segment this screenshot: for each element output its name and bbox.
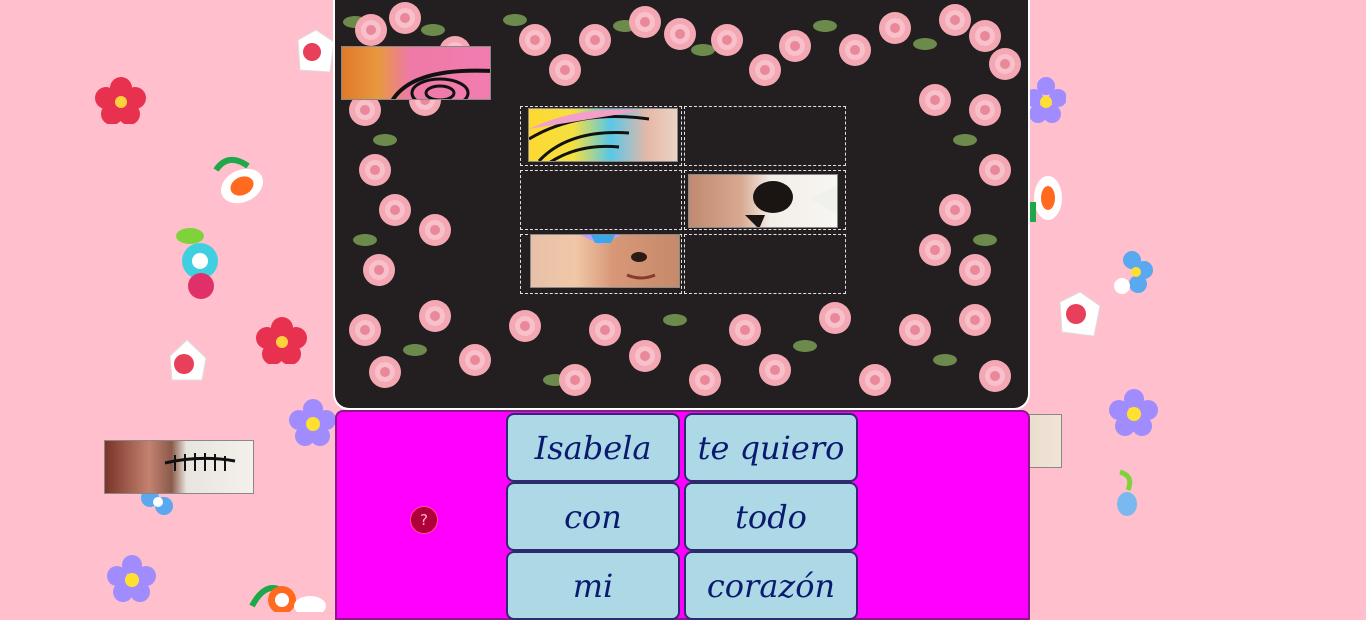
help-button[interactable]: ? [410,506,438,534]
puzzle-piece-placed[interactable] [528,108,678,162]
grid-slot[interactable] [520,170,682,230]
flower-sticker-icon [1117,469,1137,516]
flower-sticker-icon [249,585,326,612]
word-button-con[interactable]: con [506,482,680,551]
flower-sticker-icon [1026,77,1066,123]
puzzle-piece-loose-left[interactable] [104,440,254,494]
puzzle-piece-placed[interactable] [688,174,838,228]
flower-sticker-icon [1059,291,1101,337]
word-button-te-quiero[interactable]: te quiero [684,413,858,482]
word-button-mi[interactable]: mi [506,551,680,620]
word-tray [335,410,1030,620]
flower-sticker-icon [107,555,156,602]
puzzle-piece-placed[interactable] [530,234,680,288]
grid-slot[interactable] [684,106,846,166]
flower-sticker-icon [1109,389,1158,436]
flower-sticker-icon [1026,176,1062,222]
flower-sticker-icon [289,399,336,446]
flower-sticker-icon [256,317,307,364]
puzzle-piece-top-left[interactable] [341,46,491,100]
word-button-corazon[interactable]: corazón [684,551,858,620]
word-button-todo[interactable]: todo [684,482,858,551]
grid-slot[interactable] [684,234,846,294]
flower-sticker-icon [297,29,335,73]
puzzle-board [333,0,1030,410]
flower-sticker-icon [1114,251,1153,294]
flower-sticker-icon [95,77,146,124]
word-button-isabela[interactable]: Isabela [506,413,680,482]
flower-sticker-icon [169,339,207,381]
puzzle-grid [520,106,850,298]
flower-sticker-icon [213,157,264,204]
flower-sticker-icon [176,228,218,299]
